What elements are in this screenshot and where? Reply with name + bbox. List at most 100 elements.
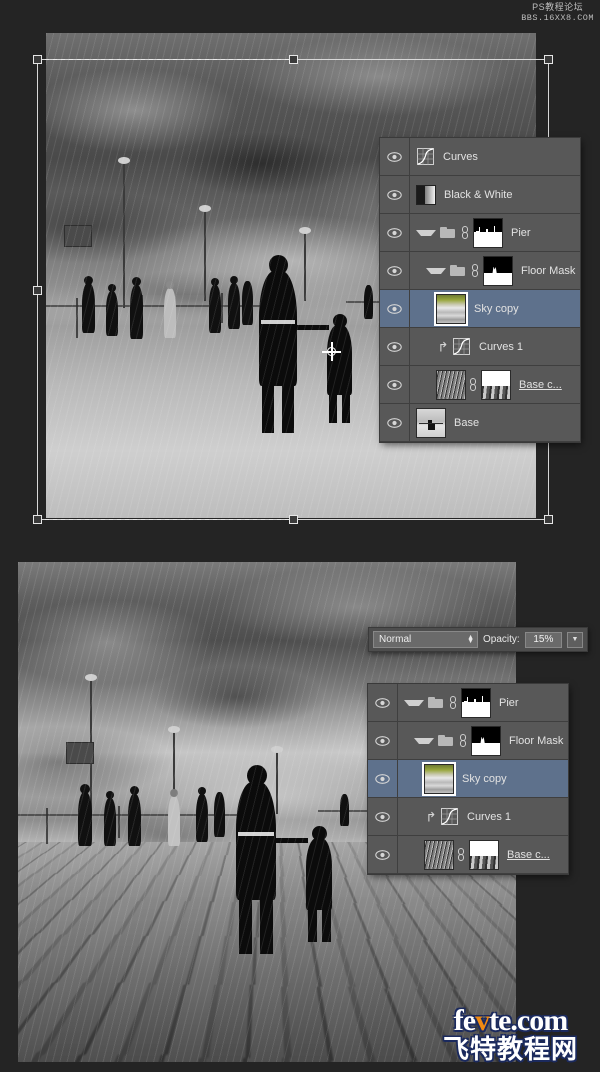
layer-row-body[interactable]: Base xyxy=(410,404,580,441)
group-expand-triangle-icon[interactable] xyxy=(416,229,436,236)
fevte-chinese-text: 飞特教程网 xyxy=(442,1035,578,1065)
layers-panel-bottom[interactable]: Pier Floor Mask Sky copy ↳ Curves 1 Base c... xyxy=(368,684,568,874)
layer-name-label: Curves 1 xyxy=(479,340,524,353)
link-mask-icon[interactable] xyxy=(469,378,478,391)
layer-row-body[interactable]: ↳ Curves 1 xyxy=(398,798,568,835)
curves-adjustment-icon[interactable] xyxy=(452,337,471,356)
layer-name-label: Base c... xyxy=(507,848,550,861)
layer-row-base-c[interactable]: Base c... xyxy=(368,836,568,874)
layer-thumbnail[interactable] xyxy=(416,407,446,438)
folder-icon xyxy=(440,227,455,238)
layer-visibility-toggle[interactable] xyxy=(380,328,410,365)
layer-visibility-toggle[interactable] xyxy=(368,722,398,759)
layer-visibility-toggle[interactable] xyxy=(368,760,398,797)
layer-blend-options-bar[interactable]: Normal ▲ ▼ Opacity: 15% ▼ xyxy=(368,627,588,652)
layer-name-label: Pier xyxy=(499,696,519,709)
logo-accent: v xyxy=(475,1004,490,1037)
layer-row-pier[interactable]: Pier xyxy=(380,214,580,252)
layer-visibility-toggle[interactable] xyxy=(368,836,398,873)
layer-row-curves-1[interactable]: ↳ Curves 1 xyxy=(380,328,580,366)
layer-visibility-toggle[interactable] xyxy=(380,404,410,441)
layer-row-pier[interactable]: Pier xyxy=(368,684,568,722)
group-expand-triangle-icon[interactable] xyxy=(414,737,434,744)
clipping-mask-arrow-icon: ↳ xyxy=(437,339,449,354)
layer-row-floor-mask[interactable]: Floor Mask xyxy=(368,722,568,760)
transform-handle-top-left[interactable] xyxy=(33,55,42,64)
layer-row-black-white[interactable]: Black & White xyxy=(380,176,580,214)
eye-icon xyxy=(387,265,402,276)
link-mask-icon[interactable] xyxy=(457,848,466,861)
folder-icon xyxy=(450,265,465,276)
opacity-slider-arrow-icon[interactable]: ▼ xyxy=(567,631,583,648)
opacity-label: Opacity: xyxy=(483,634,520,645)
layer-row-sky-copy[interactable]: Sky copy xyxy=(380,290,580,328)
black-white-adjustment-icon[interactable] xyxy=(416,184,436,205)
layer-name-label: Base xyxy=(454,416,480,429)
curves-adjustment-icon[interactable] xyxy=(440,807,459,826)
layer-visibility-toggle[interactable] xyxy=(380,366,410,403)
layer-visibility-toggle[interactable] xyxy=(380,138,410,175)
layer-visibility-toggle[interactable] xyxy=(380,290,410,327)
group-expand-triangle-icon[interactable] xyxy=(404,699,424,706)
watermark-top-right: PS教程论坛 BBS.16XX8.COM xyxy=(521,2,594,24)
layer-row-body[interactable]: Curves xyxy=(410,138,580,175)
layer-thumbnail[interactable] xyxy=(424,839,454,870)
layer-name-label: Sky copy xyxy=(474,302,519,315)
logo-part2: te.com xyxy=(489,1004,568,1037)
clipping-mask-arrow-icon: ↳ xyxy=(425,809,437,824)
layer-mask-thumbnail[interactable] xyxy=(473,217,503,248)
layers-panel-top[interactable]: Curves Black & White Pier Floor Mask Sky cop… xyxy=(380,138,580,442)
folder-icon xyxy=(428,697,443,708)
folder-icon xyxy=(438,735,453,746)
layer-visibility-toggle[interactable] xyxy=(380,176,410,213)
transform-handle-top-right[interactable] xyxy=(544,55,553,64)
layer-row-body[interactable]: Pier xyxy=(410,214,580,251)
layer-row-body[interactable]: Sky copy xyxy=(410,290,580,327)
layer-mask-thumbnail[interactable] xyxy=(469,839,499,870)
layer-mask-thumbnail[interactable] xyxy=(461,687,491,718)
watermark-line-1: PS教程论坛 xyxy=(532,2,584,12)
layer-row-curves-1[interactable]: ↳ Curves 1 xyxy=(368,798,568,836)
transform-handle-bottom-right[interactable] xyxy=(544,515,553,524)
blend-mode-dropdown[interactable]: Normal ▲ ▼ xyxy=(373,631,478,648)
layer-row-body[interactable]: Floor Mask xyxy=(398,722,568,759)
layer-visibility-toggle[interactable] xyxy=(380,214,410,251)
layer-row-floor-mask[interactable]: Floor Mask xyxy=(380,252,580,290)
layer-mask-thumbnail[interactable] xyxy=(483,255,513,286)
link-mask-icon[interactable] xyxy=(471,264,480,277)
layer-row-sky-copy[interactable]: Sky copy xyxy=(368,760,568,798)
fevte-logo: fevte.com 飞特教程网 xyxy=(428,1004,593,1065)
layer-thumbnail[interactable] xyxy=(436,369,466,400)
transform-edge-left xyxy=(37,59,38,520)
layer-row-body[interactable]: Pier xyxy=(398,684,568,721)
layer-mask-thumbnail[interactable] xyxy=(481,369,511,400)
link-mask-icon[interactable] xyxy=(459,734,468,747)
layer-visibility-toggle[interactable] xyxy=(380,252,410,289)
layer-thumbnail[interactable] xyxy=(422,761,456,796)
layer-visibility-toggle[interactable] xyxy=(368,798,398,835)
curves-adjustment-icon[interactable] xyxy=(416,147,435,166)
transform-dashed-guide xyxy=(45,519,295,520)
opacity-input[interactable]: 15% xyxy=(524,631,563,648)
layer-row-body[interactable]: Floor Mask xyxy=(410,252,580,289)
blend-mode-value: Normal xyxy=(379,634,412,645)
layer-row-body[interactable]: Sky copy xyxy=(398,760,568,797)
layer-row-base-c[interactable]: Base c... xyxy=(380,366,580,404)
layer-thumbnail[interactable] xyxy=(434,291,468,326)
transform-handle-bottom-left[interactable] xyxy=(33,515,42,524)
layer-row-curves[interactable]: Curves xyxy=(380,138,580,176)
watermark-line-2: BBS.16XX8.COM xyxy=(521,13,594,23)
layer-row-body[interactable]: Base c... xyxy=(410,366,580,403)
layer-name-label: Base c... xyxy=(519,378,562,391)
layer-visibility-toggle[interactable] xyxy=(368,684,398,721)
eye-icon xyxy=(375,849,390,860)
link-mask-icon[interactable] xyxy=(449,696,458,709)
layer-row-body[interactable]: Black & White xyxy=(410,176,580,213)
transform-handle-middle-left[interactable] xyxy=(33,285,42,295)
layer-row-base[interactable]: Base xyxy=(380,404,580,442)
layer-mask-thumbnail[interactable] xyxy=(471,725,501,756)
layer-row-body[interactable]: Base c... xyxy=(398,836,568,873)
layer-row-body[interactable]: ↳ Curves 1 xyxy=(410,328,580,365)
group-expand-triangle-icon[interactable] xyxy=(426,267,446,274)
link-mask-icon[interactable] xyxy=(461,226,470,239)
